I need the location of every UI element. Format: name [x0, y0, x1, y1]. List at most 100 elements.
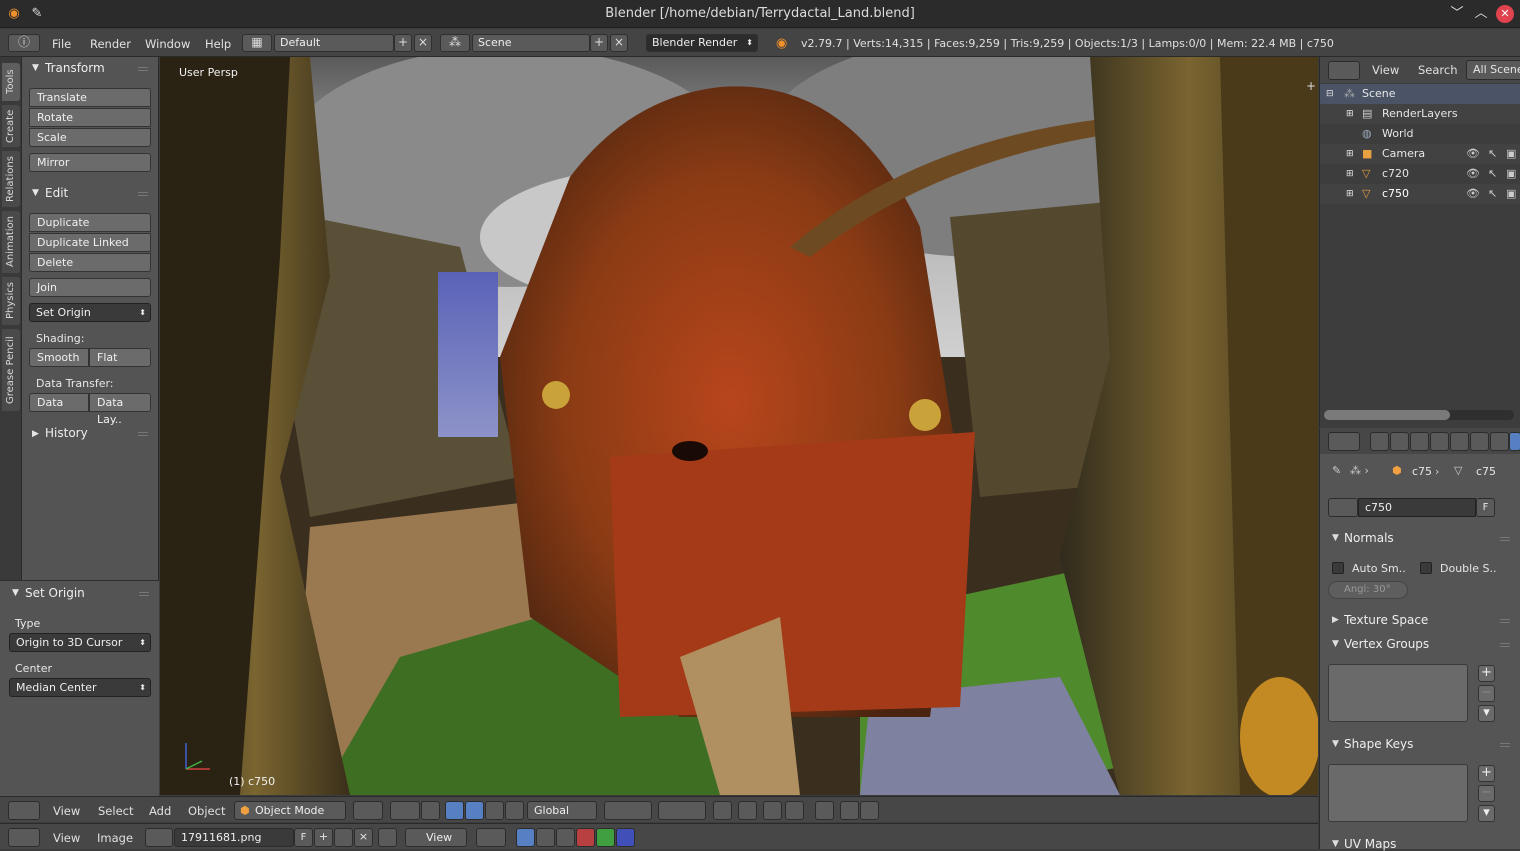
render-layers-tab-icon[interactable] — [1390, 432, 1409, 451]
duplicate-button[interactable]: Duplicate — [29, 213, 151, 232]
mode-select[interactable]: ⬢ Object Mode — [234, 801, 346, 820]
image-fake-user-button[interactable]: F — [294, 828, 313, 847]
display-mode-select[interactable]: All Scenes — [1466, 60, 1520, 80]
proportional-edit-icon[interactable] — [738, 801, 757, 820]
remove-scene-icon[interactable]: × — [610, 34, 628, 52]
smooth-button[interactable]: Smooth — [29, 348, 89, 367]
tab-grease-pencil[interactable]: Grease Pencil — [2, 329, 20, 411]
collapse-triangle-icon[interactable]: ▼ — [1332, 533, 1339, 543]
add-vertex-group-icon[interactable]: + — [1478, 665, 1495, 682]
rotate-manipulator-icon[interactable] — [465, 801, 484, 820]
unlink-image-icon[interactable]: × — [354, 828, 373, 847]
data-button[interactable]: Data — [29, 393, 89, 412]
scale-manipulator-icon[interactable] — [485, 801, 504, 820]
editor-type-3d-icon[interactable] — [8, 801, 40, 820]
draw-channels-icon[interactable] — [516, 828, 535, 847]
shape-keys-panel-title[interactable]: Shape Keys — [1344, 737, 1413, 751]
pivot-point-icon[interactable] — [390, 801, 420, 820]
drag-grip-icon[interactable] — [1500, 643, 1510, 647]
remove-vertex-group-icon[interactable]: − — [1478, 685, 1495, 702]
shape-key-menu-icon[interactable]: ▾ — [1478, 805, 1495, 822]
menu-render[interactable]: Render — [90, 37, 131, 51]
scene-field[interactable]: Scene — [472, 34, 590, 52]
menu-image-view[interactable]: View — [53, 831, 80, 845]
tab-relations[interactable]: Relations — [2, 151, 20, 207]
outliner-item-world[interactable]: ◍ World — [1320, 124, 1520, 144]
edit-panel-title[interactable]: Edit — [45, 186, 68, 200]
drag-grip-icon[interactable] — [138, 67, 148, 71]
shape-keys-list[interactable] — [1328, 764, 1468, 822]
new-image-icon[interactable]: + — [314, 828, 333, 847]
open-image-icon[interactable] — [334, 828, 353, 847]
pin-image-icon[interactable] — [378, 828, 397, 847]
tab-animation[interactable]: Animation — [2, 211, 20, 273]
pin-icon[interactable]: ✎ — [1332, 464, 1341, 477]
manipulator-toggle-icon[interactable] — [421, 801, 440, 820]
constraints-tab-icon[interactable] — [1470, 432, 1489, 451]
tab-create[interactable]: Create — [2, 105, 20, 147]
viewport-shading-icon[interactable] — [353, 801, 383, 820]
collapse-triangle-icon[interactable]: ▼ — [1332, 839, 1339, 849]
scene-icon[interactable]: ⁂ — [440, 34, 470, 52]
set-origin-dropdown[interactable]: Set Origin ⬍ — [29, 303, 151, 322]
editor-type-properties-icon[interactable] — [1328, 432, 1360, 451]
add-region-icon[interactable]: + — [1306, 79, 1316, 93]
red-channel-icon[interactable] — [576, 828, 595, 847]
render-animation-icon[interactable] — [860, 801, 879, 820]
tab-physics[interactable]: Physics — [2, 277, 20, 325]
pivot-icon[interactable] — [476, 828, 506, 847]
vertex-groups-panel-title[interactable]: Vertex Groups — [1344, 637, 1429, 651]
outliner-item-c750[interactable]: ⊞ ▽ c750 👁 ↖ ▣ — [1320, 184, 1520, 204]
translate-manipulator-icon[interactable] — [445, 801, 464, 820]
image-view-select[interactable]: View — [405, 828, 467, 847]
transform-orientation-select[interactable]: Global — [527, 801, 597, 820]
outliner-scrollbar[interactable] — [1324, 410, 1514, 420]
mirror-button[interactable]: Mirror — [29, 153, 151, 172]
mesh-fake-user-button[interactable]: F — [1476, 498, 1495, 517]
layers-grid-1[interactable] — [604, 801, 652, 820]
vertex-group-menu-icon[interactable]: ▾ — [1478, 705, 1495, 722]
menu-select[interactable]: Select — [98, 804, 133, 818]
screen-layout-field[interactable]: Default — [274, 34, 394, 52]
drag-grip-icon[interactable] — [138, 432, 148, 436]
scrollbar-thumb[interactable] — [1324, 410, 1450, 420]
expand-triangle-icon[interactable]: ▶ — [32, 429, 39, 439]
data-tab-icon[interactable] — [1509, 432, 1520, 451]
manipulator-extra-icon[interactable] — [505, 801, 524, 820]
transform-panel-title[interactable]: Transform — [45, 61, 105, 75]
tab-tools[interactable]: Tools — [2, 63, 20, 101]
mesh-name-field[interactable]: c750 — [1358, 498, 1476, 517]
collapse-triangle-icon[interactable]: ▼ — [1332, 639, 1339, 649]
world-tab-icon[interactable] — [1430, 432, 1449, 451]
normals-panel-title[interactable]: Normals — [1344, 531, 1394, 545]
editor-type-outliner-icon[interactable] — [1328, 61, 1360, 80]
drag-grip-icon[interactable] — [1500, 743, 1510, 747]
drag-grip-icon[interactable] — [1500, 537, 1510, 541]
image-name-field[interactable]: 17911681.png — [174, 828, 294, 847]
menu-window[interactable]: Window — [145, 37, 190, 51]
object-tab-icon[interactable] — [1450, 432, 1469, 451]
data-layout-button[interactable]: Data Lay.. — [89, 393, 151, 426]
zbuffer-icon[interactable] — [556, 828, 575, 847]
green-channel-icon[interactable] — [596, 828, 615, 847]
collapse-triangle-icon[interactable]: ▼ — [32, 188, 39, 198]
remove-shape-key-icon[interactable]: − — [1478, 785, 1495, 802]
mesh-browse-icon[interactable] — [1328, 498, 1358, 517]
editor-type-image-icon[interactable] — [8, 828, 40, 847]
snap-element-icon[interactable] — [785, 801, 804, 820]
collapse-triangle-icon[interactable]: ▼ — [12, 588, 19, 598]
maximize-icon[interactable]: ︿ — [1472, 5, 1490, 23]
alpha-channel-icon[interactable] — [536, 828, 555, 847]
translate-button[interactable]: Translate — [29, 88, 151, 107]
outliner-item-camera[interactable]: ⊞ ■ Camera 👁 ↖ ▣ — [1320, 144, 1520, 164]
menu-file[interactable]: File — [52, 37, 71, 51]
menu-add[interactable]: Add — [149, 804, 171, 818]
auto-smooth-checkbox[interactable] — [1332, 562, 1344, 574]
outliner-item-c720[interactable]: ⊞ ▽ c720 👁 ↖ ▣ — [1320, 164, 1520, 184]
image-browse-icon[interactable] — [145, 828, 173, 847]
scale-button[interactable]: Scale — [29, 128, 151, 147]
vertex-groups-list[interactable] — [1328, 664, 1468, 722]
rotate-button[interactable]: Rotate — [29, 108, 151, 127]
delete-button[interactable]: Delete — [29, 253, 151, 272]
scene-tab-icon[interactable] — [1410, 432, 1429, 451]
